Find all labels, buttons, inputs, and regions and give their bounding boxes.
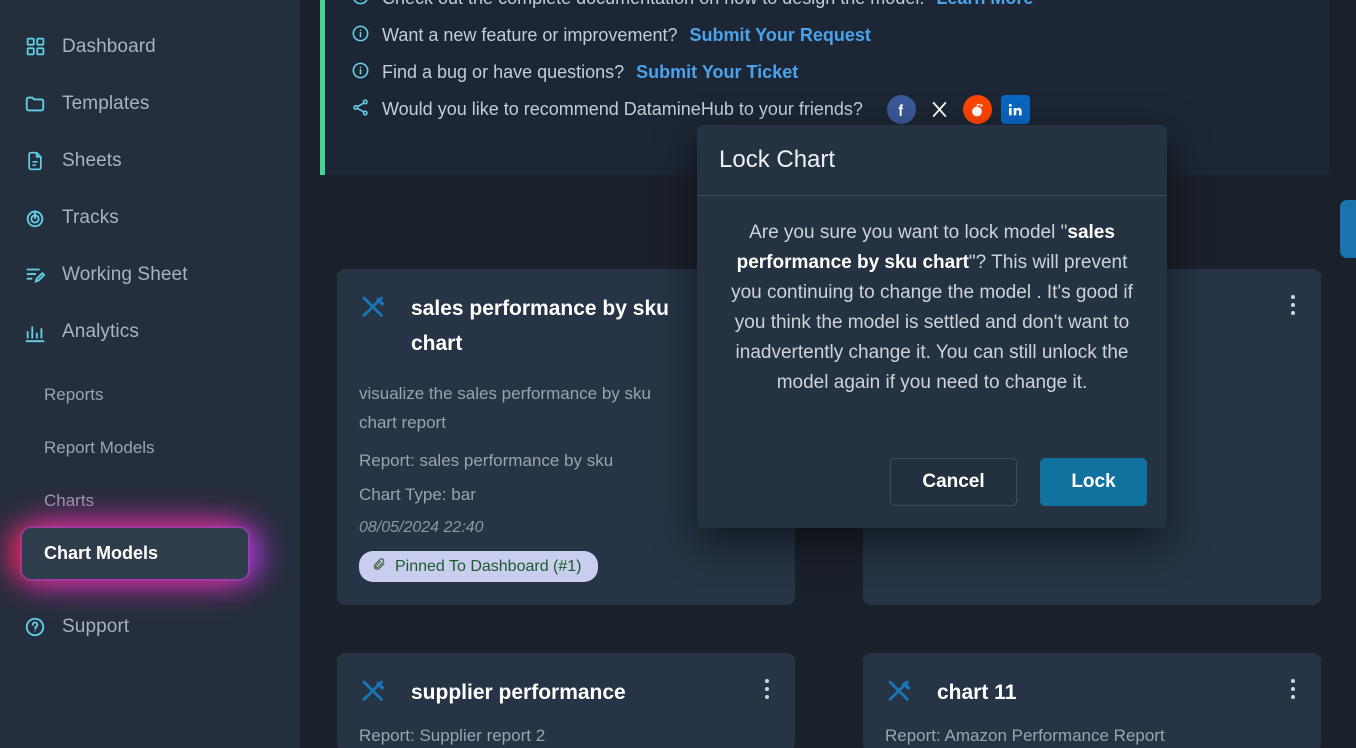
- banner-text: Find a bug or have questions?: [382, 62, 625, 82]
- paperclip-icon: [372, 557, 386, 576]
- card-menu-button[interactable]: [1287, 291, 1299, 319]
- card-header: chart 11: [885, 675, 1297, 712]
- banner-link-submit-request[interactable]: Submit Your Request: [689, 25, 870, 46]
- info-icon: [351, 24, 370, 48]
- facebook-icon[interactable]: [886, 95, 916, 124]
- sidebar-item-label: Analytics: [62, 320, 139, 342]
- pinned-badge-label: Pinned To Dashboard (#1): [395, 557, 582, 575]
- card-menu-button[interactable]: [1287, 675, 1299, 703]
- dialog-actions: Cancel Lock: [697, 458, 1167, 528]
- banner-link-submit-ticket[interactable]: Submit Your Ticket: [636, 62, 798, 83]
- sidebar-subitem-label: Chart Models: [44, 543, 159, 563]
- edit-list-icon: [24, 264, 46, 286]
- info-icon: [351, 61, 370, 85]
- chart-model-icon: [359, 293, 389, 328]
- dialog-title: Lock Chart: [719, 146, 836, 173]
- sidebar-item-tracks[interactable]: Tracks: [0, 189, 300, 246]
- card-description: visualize the sales performance by sku c…: [359, 384, 651, 432]
- sidebar-item-analytics[interactable]: Analytics: [0, 303, 300, 360]
- cancel-button[interactable]: Cancel: [890, 458, 1017, 506]
- question-circle-icon: [24, 616, 46, 638]
- card-title: supplier performance: [411, 681, 626, 704]
- banner-row-recommend: Would you like to recommend DatamineHub …: [325, 91, 1330, 128]
- card-report: Report: Supplier report 2: [359, 726, 546, 745]
- sidebar-item-label: Sheets: [62, 149, 122, 171]
- sidebar-subitem-label: Reports: [44, 384, 104, 404]
- sidebar-item-label: Support: [62, 615, 130, 637]
- card-menu-button[interactable]: [761, 675, 773, 703]
- folder-icon: [24, 93, 46, 115]
- card-title: chart 11: [937, 681, 1017, 704]
- chart-model-icon: [359, 677, 389, 712]
- sidebar-item-label: Tracks: [62, 206, 119, 228]
- social-links: [886, 95, 1030, 124]
- sidebar-item-label: Templates: [62, 92, 150, 114]
- banner-row-bug-report: Find a bug or have questions? Submit You…: [325, 54, 1330, 91]
- chart-model-icon: [885, 677, 915, 712]
- linkedin-icon[interactable]: [1000, 95, 1030, 124]
- sidebar-item-working-sheet[interactable]: Working Sheet: [0, 246, 300, 303]
- info-icon: [351, 0, 370, 11]
- sidebar-item-support[interactable]: Support: [0, 598, 300, 655]
- sidebar: Dashboard Templates Sheets Tracks Workin…: [0, 0, 300, 748]
- sidebar-item-templates[interactable]: Templates: [0, 75, 300, 132]
- card-header: supplier performance: [359, 675, 771, 712]
- banner-text: Would you like to recommend DatamineHub …: [382, 99, 863, 119]
- sidebar-item-report-models[interactable]: Report Models: [0, 421, 300, 474]
- x-twitter-icon[interactable]: [925, 95, 954, 124]
- reddit-icon[interactable]: [962, 95, 992, 124]
- share-icon: [351, 98, 370, 122]
- document-icon: [24, 150, 46, 172]
- dialog-header: Lock Chart: [697, 125, 1167, 196]
- chart-model-card[interactable]: chart 11 Report: Amazon Performance Repo…: [863, 653, 1321, 748]
- dialog-message: Are you sure you want to lock model "sal…: [697, 196, 1167, 458]
- app-root: Dashboard Templates Sheets Tracks Workin…: [0, 0, 1356, 748]
- banner-link-learn-more[interactable]: Learn More: [936, 0, 1033, 9]
- bar-chart-icon: [24, 321, 46, 343]
- banner-row-documentation: Check out the complete documentation on …: [325, 0, 1330, 17]
- pinned-badge: Pinned To Dashboard (#1): [359, 551, 598, 582]
- sidebar-item-reports[interactable]: Reports: [0, 368, 300, 421]
- sidebar-item-dashboard[interactable]: Dashboard: [0, 18, 300, 75]
- banner-row-feature-request: Want a new feature or improvement? Submi…: [325, 17, 1330, 54]
- sidebar-item-label: Dashboard: [62, 35, 156, 57]
- dialog-message-prefix: Are you sure you want to lock model ": [749, 222, 1068, 243]
- sidebar-active-highlight[interactable]: Chart Models: [22, 528, 248, 579]
- dialog-message-suffix: "? This will prevent you continuing to c…: [731, 252, 1133, 393]
- card-report: Report: Amazon Performance Report: [885, 726, 1165, 745]
- target-icon: [24, 207, 46, 229]
- banner-text: Check out the complete documentation on …: [382, 0, 924, 9]
- grid-icon: [24, 36, 46, 58]
- chart-model-card[interactable]: supplier performance Report: Supplier re…: [337, 653, 795, 748]
- sidebar-subitem-label: Charts: [44, 490, 95, 510]
- lock-button[interactable]: Lock: [1040, 458, 1147, 506]
- card-title: sales performance by sku chart: [411, 297, 669, 355]
- sidebar-subitem-label: Report Models: [44, 437, 155, 457]
- sidebar-item-label: Working Sheet: [62, 263, 188, 285]
- sidebar-item-chart-models[interactable]: Chart Models: [0, 527, 300, 580]
- side-drawer-toggle[interactable]: [1340, 200, 1356, 258]
- sidebar-item-sheets[interactable]: Sheets: [0, 132, 300, 189]
- card-row: supplier performance Report: Supplier re…: [337, 653, 1337, 748]
- sidebar-item-charts[interactable]: Charts: [0, 474, 300, 527]
- lock-chart-dialog: Lock Chart Are you sure you want to lock…: [697, 125, 1167, 528]
- banner-text: Want a new feature or improvement?: [382, 25, 678, 45]
